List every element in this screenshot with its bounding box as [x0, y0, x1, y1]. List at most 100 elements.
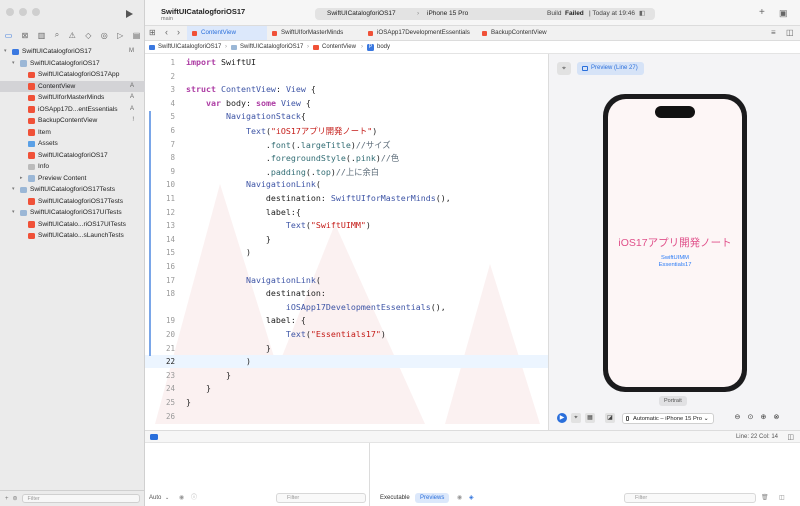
code-line[interactable]: )	[186, 356, 251, 366]
device-dropdown[interactable]: Automatic – iPhone 15 Pro ⌄	[622, 412, 715, 424]
code-line[interactable]: }	[186, 397, 191, 407]
sidebar-item[interactable]: Item	[0, 127, 145, 139]
chevron-right-icon[interactable]: ▸	[20, 173, 23, 185]
split-console-icon[interactable]: ◫	[779, 490, 785, 506]
code-line[interactable]: .foregroundStyle(.pink)//色	[186, 152, 399, 164]
grid-icon[interactable]: ⊞	[149, 28, 156, 37]
code-line[interactable]: var body: some View {	[186, 98, 311, 108]
sidebar-item[interactable]: SwiftUICatalogforiOS17	[0, 150, 145, 162]
sidebar-item[interactable]: iOSApp17D...entEssentials A	[0, 104, 145, 116]
breakpoint-icon[interactable]: ▷	[117, 31, 123, 40]
code-line[interactable]: NavigationStack{	[186, 111, 306, 121]
code-line[interactable]: }	[186, 383, 211, 393]
code-line[interactable]: .padding(.top)//上に余白	[186, 166, 379, 178]
sidebar-item[interactable]: SwiftUIforMasterMinds A	[0, 92, 145, 104]
preview-link-swiftuimm[interactable]: SwiftUIMM	[608, 255, 742, 261]
zoom-fit-icon[interactable]: ⊗	[771, 413, 781, 423]
code-line[interactable]: NavigationLink(	[186, 275, 321, 285]
code-line[interactable]: iOSApp17DevelopmentEssentials(),	[186, 302, 446, 312]
filter-icon[interactable]: ⊜	[13, 495, 18, 502]
forward-icon[interactable]: ›	[177, 27, 180, 37]
close-window-button[interactable]	[6, 8, 14, 16]
tab-iosapp17developmentessentials[interactable]: iOSApp17DevelopmentEssentials	[363, 26, 477, 40]
add-icon[interactable]: +	[759, 8, 765, 18]
navigator-filter-input[interactable]: Filter	[21, 494, 140, 503]
sidebar-item[interactable]: ContentView A	[0, 80, 145, 92]
find-icon[interactable]: ⌕	[55, 30, 59, 40]
zoom-window-button[interactable]	[32, 8, 40, 16]
variables-filter-input[interactable]: Filter	[276, 493, 366, 503]
sidebar-item[interactable]: ▸ Preview Content	[0, 173, 145, 185]
code-line[interactable]: .font(.largeTitle)//サイズ	[186, 139, 391, 151]
inspector-toggle-icon[interactable]: ▣	[779, 8, 788, 18]
back-icon[interactable]: ‹	[165, 27, 168, 37]
debug-area-toggle-icon[interactable]	[150, 434, 158, 440]
sidebar-item[interactable]: SwiftUICatalogforiOS17Tests	[0, 196, 145, 208]
report-icon[interactable]: ▤	[133, 31, 141, 40]
sidebar-item[interactable]: ▾ SwiftUICatalogforiOS17UITests	[0, 207, 145, 219]
debug-icon[interactable]: ◎	[101, 31, 108, 40]
sidebar-item[interactable]: Info	[0, 161, 145, 173]
code-line[interactable]: }	[186, 343, 271, 353]
scheme-selector[interactable]: SwiftUICatalogforiOS17	[327, 8, 396, 20]
code-line[interactable]: NavigationLink(	[186, 179, 321, 189]
folder-navigator-icon[interactable]: ▭	[5, 31, 13, 40]
test-icon[interactable]: ◇	[85, 31, 91, 40]
code-line[interactable]: }	[186, 234, 271, 244]
code-line[interactable]: )	[186, 247, 251, 257]
breadcrumb-symbol[interactable]: body	[377, 41, 390, 54]
sidebar-item[interactable]: ▾ SwiftUICatalogforiOS17 M	[0, 46, 145, 58]
sidebar-item[interactable]: SwiftUICatalo...riOS17UITests	[0, 219, 145, 231]
sidebar-item[interactable]: SwiftUICatalogforiOS17App	[0, 69, 145, 81]
preview-selector-button[interactable]: Preview (Line 27)	[577, 62, 644, 75]
trash-icon[interactable]: 🗑	[761, 490, 769, 506]
breadcrumb-project[interactable]: SwiftUICatalogforiOS17	[158, 41, 221, 54]
bookmark-icon[interactable]: ▥	[38, 31, 46, 40]
pin-preview-button[interactable]: ⌖	[557, 62, 571, 75]
sidebar-item[interactable]: BackupContentView!	[0, 115, 145, 127]
chevron-down-icon[interactable]: ▾	[12, 58, 15, 70]
device-selector[interactable]: iPhone 15 Pro	[427, 8, 468, 20]
code-line[interactable]: Text("Essentials17")	[186, 329, 386, 339]
executable-output-button[interactable]: Executable	[375, 493, 415, 503]
variants-icon[interactable]: ▦	[585, 413, 595, 423]
device-settings-icon[interactable]: ◪	[605, 413, 615, 423]
zoom-in-icon[interactable]: ⊕	[758, 413, 768, 423]
minimize-window-button[interactable]	[19, 8, 27, 16]
chevron-down-icon[interactable]: ▾	[12, 184, 15, 196]
warning-icon[interactable]: ◧	[639, 8, 645, 20]
previews-output-button[interactable]: Previews	[415, 493, 450, 503]
code-line[interactable]: }	[186, 370, 231, 380]
sidebar-item[interactable]: ▾ SwiftUICatalogforiOS17Tests	[0, 184, 145, 196]
source-editor[interactable]: 1 import SwiftUI 2 3 struct ContentView: Vie…	[145, 54, 548, 430]
console-filter-input[interactable]: Filter	[624, 493, 756, 503]
source-control-icon[interactable]: ⊠	[22, 31, 29, 40]
variables-scope-selector[interactable]: Auto	[149, 490, 161, 506]
preview-console-icon[interactable]: ◈	[469, 490, 474, 506]
eye-icon[interactable]: ◉	[179, 490, 184, 506]
related-items-icon[interactable]: ≡	[771, 28, 776, 37]
code-line[interactable]: struct ContentView: View {	[186, 84, 316, 94]
add-icon[interactable]: +	[5, 496, 9, 502]
code-line[interactable]: label:{	[186, 207, 301, 217]
eye-icon[interactable]: ◉	[457, 490, 462, 506]
code-line[interactable]: import SwiftUI	[186, 57, 256, 67]
code-line[interactable]: Text("iOS17アプリ開発ノート")	[186, 125, 377, 137]
zoom-actual-icon[interactable]: ⊙	[745, 413, 755, 423]
issue-icon[interactable]: ⚠	[69, 31, 76, 40]
preview-screen[interactable]: iOS17アプリ開発ノート SwiftUIMM Essentials17	[608, 99, 742, 387]
chevron-down-icon[interactable]: ▾	[4, 46, 7, 58]
split-editor-icon[interactable]: ◫	[786, 28, 794, 37]
tab-contentview[interactable]: ContentView	[187, 26, 267, 40]
selectable-preview-icon[interactable]: ⌖	[571, 413, 581, 423]
breadcrumb-file[interactable]: ContentView	[322, 41, 356, 54]
code-line[interactable]: destination: SwiftUIforMasterMinds(),	[186, 193, 451, 203]
zoom-out-icon[interactable]: ⊖	[732, 413, 742, 423]
split-panel-icon[interactable]: ◫	[787, 433, 794, 441]
code-line[interactable]: destination:	[186, 288, 326, 298]
sidebar-item[interactable]: ▾ SwiftUICatalogforiOS17	[0, 58, 145, 70]
chevron-down-icon[interactable]: ▾	[12, 207, 15, 219]
sidebar-item[interactable]: Assets	[0, 138, 145, 150]
run-icon[interactable]	[126, 10, 133, 18]
sidebar-item[interactable]: SwiftUICatalo...sLaunchTests	[0, 230, 145, 242]
